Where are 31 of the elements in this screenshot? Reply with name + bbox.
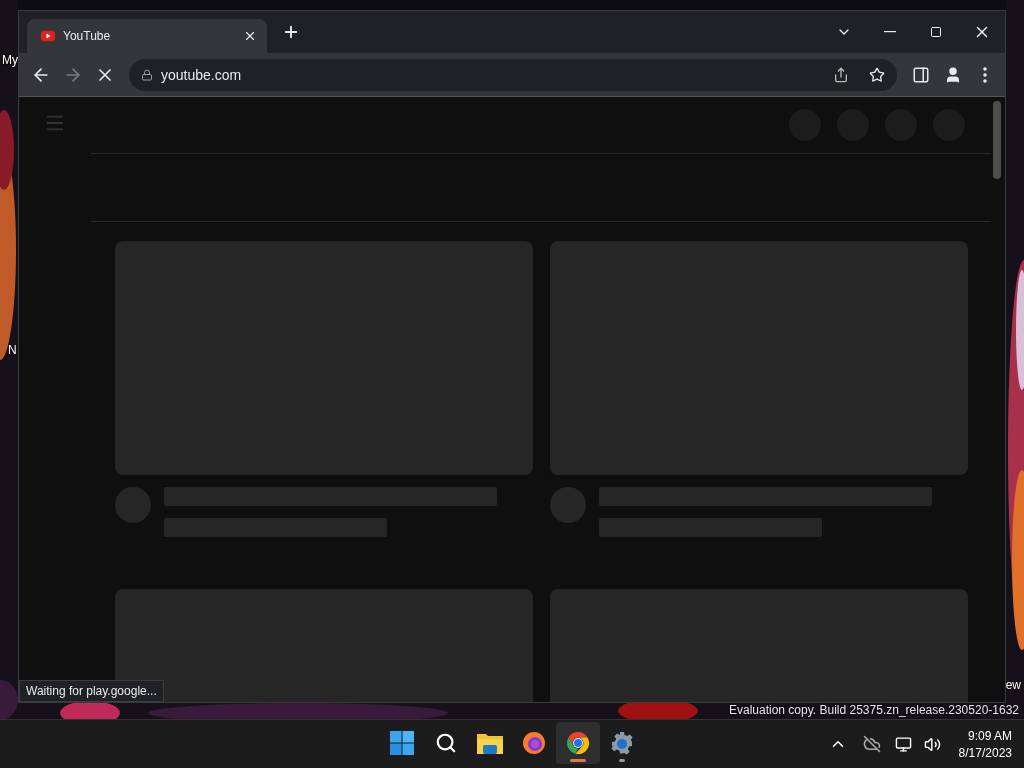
url-text: youtube.com bbox=[161, 66, 243, 83]
folder-icon bbox=[477, 732, 503, 754]
taskbar-app-button[interactable] bbox=[556, 722, 600, 764]
lock-icon bbox=[141, 68, 153, 81]
gear-icon bbox=[610, 731, 634, 755]
clock-date: 8/17/2023 bbox=[958, 745, 1012, 760]
status-bubble: Waiting for play.google... bbox=[19, 680, 164, 702]
more-vertical-icon bbox=[983, 66, 987, 83]
volume-icon bbox=[924, 735, 942, 753]
cloud-off-icon bbox=[862, 735, 881, 753]
person-icon bbox=[944, 65, 962, 84]
star-icon bbox=[869, 66, 885, 83]
plus-icon bbox=[282, 23, 300, 41]
share-icon bbox=[833, 66, 849, 83]
windows-logo-icon bbox=[390, 731, 414, 755]
build-watermark: Evaluation copy. Build 25375.zn_release.230520-1632 bbox=[729, 703, 1019, 717]
video-play-icon bbox=[41, 31, 55, 41]
clock[interactable]: 9:09 AM 8/17/2023 bbox=[958, 728, 1016, 760]
address-bar[interactable]: youtube.com bbox=[129, 58, 897, 91]
firefox-icon bbox=[522, 731, 546, 755]
side-panel-icon bbox=[912, 65, 930, 84]
scrollbar-thumb[interactable] bbox=[993, 101, 1001, 179]
close-icon bbox=[243, 29, 257, 43]
monitor-icon bbox=[895, 735, 913, 753]
search-icon bbox=[435, 732, 457, 754]
maximize-icon bbox=[930, 26, 942, 38]
minimize-icon bbox=[884, 31, 896, 33]
tab-title: YouTube bbox=[63, 29, 112, 43]
chrome-icon bbox=[566, 731, 590, 755]
browser-tab[interactable]: YouTube bbox=[27, 19, 267, 53]
clock-time: 9:09 AM bbox=[967, 728, 1012, 743]
